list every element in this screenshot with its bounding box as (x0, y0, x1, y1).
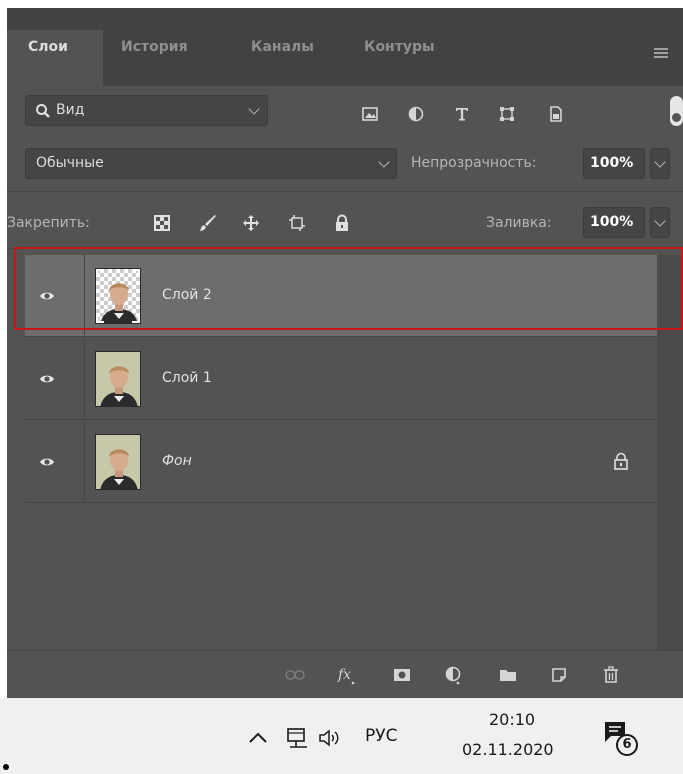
lock-artboard-icon[interactable] (288, 214, 306, 232)
blend-mode-select[interactable]: Обычные (25, 148, 397, 179)
layer-row-background[interactable]: Фон (25, 421, 657, 503)
opacity-value: 100% (590, 155, 634, 171)
lock-position-icon[interactable] (242, 214, 260, 232)
layer-row-layer-1[interactable]: Слой 1 (25, 338, 657, 420)
blend-mode-value: Обычные (36, 155, 104, 171)
divider (7, 248, 683, 249)
fill-input[interactable]: 100% (583, 207, 645, 238)
portrait-thumbnail (96, 269, 140, 323)
add-layer-mask-icon[interactable] (392, 665, 412, 685)
layer-name: Фон (162, 453, 192, 469)
opacity-label: Непрозрачность: (411, 155, 537, 171)
fill-label: Заливка: (486, 215, 552, 231)
bullet-dot (3, 764, 9, 770)
layer-row-layer-2[interactable]: Слой 2 (25, 255, 657, 337)
tab-paths[interactable]: Контуры (364, 30, 435, 86)
layer-thumbnail (95, 351, 141, 407)
eye-icon (40, 292, 54, 300)
speaker-volume-icon[interactable] (317, 726, 341, 750)
new-layer-icon[interactable] (549, 665, 569, 685)
visibility-toggle[interactable] (25, 338, 85, 419)
tab-paths-label: Контуры (364, 39, 435, 55)
opacity-input[interactable]: 100% (583, 148, 645, 179)
chevron-down-icon (654, 156, 666, 168)
filter-shape-layers-icon[interactable] (499, 106, 515, 122)
fill-dropdown[interactable] (650, 207, 670, 238)
svg-text:fx: fx (337, 667, 351, 683)
tab-history[interactable]: История (121, 30, 188, 86)
action-center-button[interactable]: 6 (603, 720, 639, 758)
chevron-down-icon (378, 156, 390, 168)
tab-layers-label: Слои (28, 39, 68, 55)
layer-thumbnail (95, 434, 141, 490)
lock-all-icon[interactable] (333, 214, 351, 232)
panel-menu-icon[interactable] (654, 48, 668, 59)
show-hidden-icons-chevron-up-icon[interactable] (246, 726, 270, 750)
search-icon (36, 104, 50, 118)
lock-transparent-pixels-icon[interactable] (153, 214, 171, 232)
filter-smart-objects-icon[interactable] (548, 106, 564, 122)
lock-image-pixels-icon[interactable] (199, 214, 217, 232)
eye-icon (40, 458, 54, 466)
layer-thumbnail (95, 268, 141, 324)
layer-style-fx-icon[interactable]: fx (337, 665, 357, 685)
eye-icon (40, 375, 54, 383)
delete-layer-trash-icon[interactable] (601, 665, 621, 685)
divider (7, 191, 683, 192)
portrait-thumbnail (96, 352, 140, 406)
tab-layers[interactable]: Слои (7, 30, 103, 86)
panel-tab-bar: Слои История Каналы Контуры (7, 8, 683, 86)
tab-channels[interactable]: Каналы (251, 30, 314, 86)
taskbar: РУС 20:10 02.11.2020 6 (0, 698, 683, 774)
layer-filter-select[interactable]: Вид (25, 95, 268, 126)
layer-list: Слой 2 Слой 1 Фон (25, 255, 657, 650)
tab-history-label: История (121, 39, 188, 55)
layer-filter-label: Вид (56, 102, 85, 118)
clock-date[interactable]: 02.11.2020 (462, 740, 554, 759)
chevron-down-icon (248, 103, 260, 115)
clock-time[interactable]: 20:10 (489, 710, 535, 729)
network-icon[interactable] (285, 726, 309, 750)
layers-panel: Слои История Каналы Контуры Вид Обычные … (7, 8, 683, 698)
layer-name: Слой 2 (162, 287, 212, 303)
new-group-folder-icon[interactable] (498, 665, 518, 685)
opacity-dropdown[interactable] (650, 148, 670, 179)
link-layers-icon[interactable] (285, 665, 305, 685)
tab-channels-label: Каналы (251, 39, 314, 55)
lock-label: Закрепить: (7, 215, 90, 231)
filter-toggle-switch[interactable] (670, 96, 683, 126)
layers-panel-toolbar: fx (7, 650, 683, 698)
layer-name: Слой 1 (162, 370, 212, 386)
lock-icon (614, 452, 628, 470)
layer-list-scrollbar[interactable] (657, 255, 683, 650)
chevron-down-icon (654, 215, 666, 227)
fill-value: 100% (590, 214, 634, 230)
filter-type-layers-icon[interactable] (454, 106, 470, 122)
input-language-indicator[interactable]: РУС (365, 726, 397, 746)
visibility-toggle[interactable] (25, 421, 85, 502)
portrait-thumbnail (96, 435, 140, 489)
notification-count-badge: 6 (616, 734, 638, 756)
filter-adjustment-layers-icon[interactable] (408, 106, 424, 122)
new-adjustment-layer-icon[interactable] (443, 665, 463, 685)
visibility-toggle[interactable] (25, 255, 85, 336)
filter-pixel-layers-icon[interactable] (362, 106, 378, 122)
screen: Слои История Каналы Контуры Вид Обычные … (0, 0, 683, 774)
